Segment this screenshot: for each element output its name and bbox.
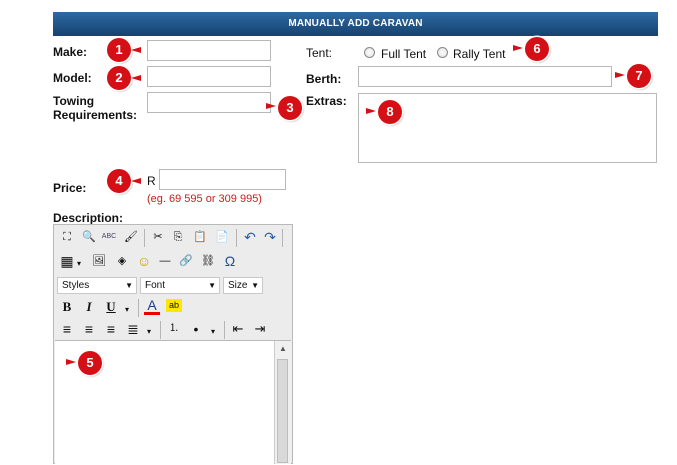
cleanup-icon[interactable]: 🖌 — [123, 229, 139, 245]
make-label: Make: — [53, 45, 88, 59]
callout-pointer — [66, 359, 76, 365]
price-label: Price: — [53, 181, 87, 195]
chevron-down-icon[interactable]: ▾ — [205, 324, 221, 340]
indent-icon[interactable]: ⇥ — [252, 321, 268, 337]
smiley-icon[interactable]: ☺ — [136, 253, 152, 269]
anchor-icon[interactable]: ◈ — [114, 253, 130, 269]
toolbar-row-1: ⛶ 🔍 ABC 🖌 ✂ ⎘ 📋 📄 ↶ ↷ — [56, 229, 292, 251]
chevron-down-icon[interactable]: ▾ — [119, 302, 135, 318]
price-input[interactable] — [159, 169, 286, 190]
chevron-down-icon[interactable]: ▾ — [141, 324, 157, 340]
underline-icon[interactable]: U — [103, 299, 119, 315]
italic-icon[interactable]: I — [81, 299, 97, 315]
callout-pointer — [366, 108, 376, 114]
font-color-icon[interactable]: A — [144, 298, 160, 315]
copy-icon[interactable]: ⎘ — [170, 229, 186, 245]
bold-icon[interactable]: B — [59, 299, 75, 315]
spellcheck-icon[interactable]: ABC — [101, 229, 117, 245]
rally-tent-option[interactable]: Rally Tent — [453, 47, 505, 61]
font-dropdown[interactable]: Font ▼ — [140, 277, 220, 294]
full-tent-radio[interactable] — [364, 47, 375, 58]
callout-pointer — [266, 103, 276, 109]
callout-badge-2: 2 — [107, 66, 131, 90]
chevron-down-icon: ▼ — [125, 281, 133, 290]
outdent-icon[interactable]: ⇤ — [230, 321, 246, 337]
unlink-icon[interactable]: ⛓ — [200, 253, 216, 269]
image-icon[interactable]: 🖼 — [91, 253, 107, 269]
callout-pointer — [131, 75, 141, 81]
callout-badge-3: 3 — [278, 96, 302, 120]
align-left-icon[interactable]: ≡ — [59, 321, 75, 337]
editor-scrollbar[interactable]: ▲ — [274, 341, 291, 464]
callout-pointer — [513, 45, 523, 51]
cut-icon[interactable]: ✂ — [150, 229, 166, 245]
scroll-up-icon[interactable]: ▲ — [279, 344, 287, 353]
currency-symbol: R — [147, 174, 156, 188]
ordered-list-icon[interactable]: ⒈ — [166, 321, 182, 337]
tent-label: Tent: — [306, 46, 333, 60]
chevron-down-icon: ▼ — [208, 281, 216, 290]
callout-pointer — [131, 178, 141, 184]
form-header: MANUALLY ADD CARAVAN — [53, 12, 658, 36]
towing-requirements-input[interactable] — [147, 92, 271, 113]
extras-textarea[interactable] — [358, 93, 657, 163]
highlight-icon[interactable]: ab — [166, 299, 182, 312]
redo-icon[interactable]: ↷ — [262, 229, 278, 245]
callout-badge-6: 6 — [525, 37, 549, 61]
find-icon[interactable]: 🔍 — [81, 229, 97, 245]
align-right-icon[interactable]: ≡ — [103, 321, 119, 337]
callout-pointer — [615, 72, 625, 78]
berth-input[interactable] — [358, 66, 612, 87]
paste-word-icon[interactable]: 📄 — [214, 229, 230, 245]
model-label: Model: — [53, 71, 92, 85]
undo-icon[interactable]: ↶ — [242, 229, 258, 245]
special-char-icon[interactable]: Ω — [222, 253, 238, 269]
link-icon[interactable]: 🔗 — [178, 253, 194, 269]
toolbar-separator — [138, 299, 139, 317]
full-tent-option[interactable]: Full Tent — [381, 47, 426, 61]
styles-dropdown[interactable]: Styles ▼ — [57, 277, 137, 294]
callout-badge-5: 5 — [78, 351, 102, 375]
berth-label: Berth: — [306, 72, 342, 86]
towing-label: Towing Requirements: — [53, 94, 138, 122]
make-input[interactable] — [147, 40, 271, 61]
align-center-icon[interactable]: ≡ — [81, 321, 97, 337]
toolbar-row-4: B I U ▾ A ab — [56, 298, 292, 321]
justify-icon[interactable]: ≣ — [125, 321, 141, 337]
toolbar-separator — [236, 229, 237, 247]
toolbar-separator — [224, 321, 225, 339]
callout-badge-8: 8 — [378, 100, 402, 124]
toolbar-separator — [144, 229, 145, 247]
model-input[interactable] — [147, 66, 271, 87]
scroll-thumb[interactable] — [277, 359, 288, 463]
callout-badge-4: 4 — [107, 169, 131, 193]
toolbar-row-3: Styles ▼ Font ▼ Size ▼ — [56, 277, 292, 299]
unordered-list-icon[interactable]: • — [188, 321, 204, 337]
toolbar-separator — [160, 321, 161, 339]
chevron-down-icon[interactable]: ▾ — [71, 256, 87, 272]
paste-icon[interactable]: 📋 — [192, 229, 208, 245]
size-dropdown[interactable]: Size ▼ — [223, 277, 263, 294]
callout-badge-7: 7 — [627, 64, 651, 88]
extras-label: Extras: — [306, 94, 347, 108]
chevron-down-icon: ▼ — [251, 281, 259, 290]
maximize-icon[interactable]: ⛶ — [59, 229, 75, 245]
callout-badge-1: 1 — [107, 38, 131, 62]
callout-pointer — [131, 47, 141, 53]
toolbar-row-2: ▦ ▾ 🖼 ◈ ☺ — 🔗 ⛓ Ω — [56, 253, 292, 275]
price-hint: (eg. 69 595 or 309 995) — [147, 193, 262, 205]
horizontal-rule-icon[interactable]: — — [157, 253, 173, 269]
rally-tent-radio[interactable] — [437, 47, 448, 58]
description-label: Description: — [53, 211, 124, 225]
toolbar-separator — [282, 229, 283, 247]
